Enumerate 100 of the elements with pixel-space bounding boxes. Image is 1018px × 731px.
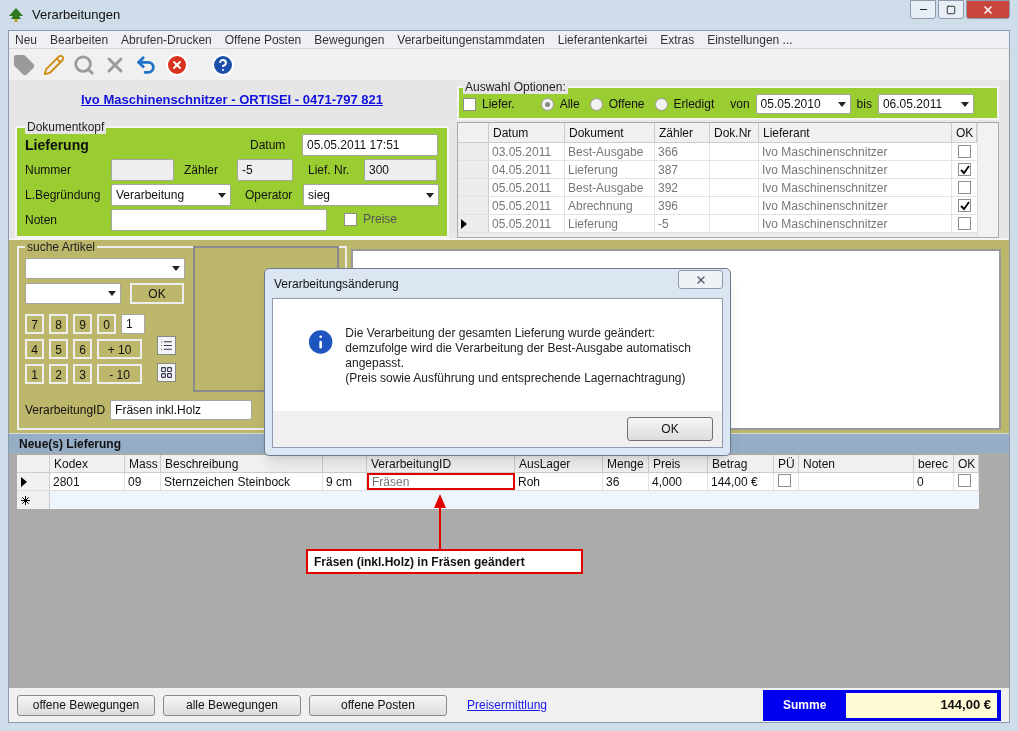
section-title: Neue(s) Lieferung [19,435,121,453]
keypad-key[interactable]: 2 [49,364,68,384]
menu-item[interactable]: Offene Posten [224,30,302,49]
price-link[interactable]: Preisermittlung [467,696,548,714]
keypad-key[interactable]: 0 [97,314,116,334]
keypad-key[interactable]: 4 [25,339,44,359]
keypad-key[interactable]: 5 [49,339,68,359]
column-header[interactable]: OK [954,455,979,472]
keypad-key[interactable]: 7 [25,314,44,334]
menu-item[interactable]: Abrufen-Drucken [121,30,212,49]
keypad-key[interactable]: 1 [25,364,44,384]
maximize-icon [946,4,956,15]
annotation-callout: Fräsen (inkl.Holz) in Fräsen geändert [306,549,583,574]
column-header[interactable]: Kodex [50,455,125,472]
keypad-key[interactable]: + 10 [97,339,142,359]
keypad-key[interactable]: 3 [73,364,92,384]
column-header[interactable]: Noten [799,455,914,472]
table-cell: Ivo Maschinenschnitzer [759,179,952,196]
radio-button[interactable] [654,97,668,111]
table-cell: Roh [515,473,603,490]
table-cell: Ivo Maschinenschnitzer [759,143,952,160]
table-cell: -5 [655,215,710,232]
checkbox[interactable] [958,217,971,230]
menu-item[interactable]: Bearbeiten [50,30,109,49]
checkbox[interactable] [778,474,791,487]
menu-item[interactable]: Extras [660,30,695,49]
row-header[interactable] [458,215,489,232]
keypad-key[interactable]: 9 [73,314,92,334]
checkbox[interactable] [958,163,971,176]
column-header[interactable]: Dokument [565,123,655,142]
checkbox[interactable] [958,199,971,212]
checkbox[interactable] [958,181,971,194]
checkbox[interactable] [463,97,476,111]
maximize-button[interactable] [938,0,964,19]
number-field[interactable] [111,159,174,181]
ok-button[interactable]: OK [627,417,713,441]
column-header[interactable]: Datum [489,123,565,142]
column-header[interactable]: Lieferant [759,123,952,142]
action-button[interactable]: offene Bewegungen [17,694,155,716]
help-icon[interactable] [211,52,235,77]
column-header[interactable]: Dok.Nr [710,123,759,142]
table-cell: 03.05.2011 [489,143,565,160]
list-icon [160,339,173,352]
radio-button[interactable] [589,97,603,111]
field-label: Operator [245,187,294,204]
table-cell: Fräsen [367,473,515,490]
table-cell: 392 [655,179,710,196]
keypad-key[interactable]: 8 [49,314,68,334]
table-cell: 4,000 [649,473,708,490]
keypad-key[interactable]: - 10 [97,364,142,384]
column-header[interactable]: Zähler [655,123,710,142]
quantity-field[interactable]: 1 [121,314,145,334]
operator-dropdown[interactable]: sieg [303,184,439,206]
article-dropdown[interactable] [25,258,185,279]
from-date-dropdown[interactable]: 05.05.2010 [755,94,851,114]
cancel-icon[interactable] [165,52,189,77]
variant-dropdown[interactable] [25,283,121,304]
action-button[interactable]: offene Posten [309,694,447,716]
dropdown-arrow-icon [960,101,969,107]
menu-item[interactable]: Einstellungen ... [707,30,793,49]
menu-item[interactable]: Neu [15,30,37,49]
action-button[interactable]: alle Bewegungen [163,694,301,716]
scrollbar[interactable] [977,123,998,237]
menu-item[interactable]: Verarbeitungenstammdaten [397,30,545,49]
checkbox[interactable] [344,212,357,226]
close-button[interactable] [678,270,723,289]
row-header[interactable] [17,473,50,490]
table-cell: 05.05.2011 [489,179,565,196]
keypad-key[interactable]: 6 [73,339,92,359]
close-button[interactable] [966,0,1010,19]
close-icon [982,3,994,16]
date-field[interactable]: 05.05.2011 17:51 [302,134,438,156]
list-view-button[interactable] [157,336,176,355]
counter-field[interactable]: -5 [237,159,293,181]
table-cell: Lieferung [565,161,655,178]
document-type: Lieferung [25,135,90,155]
table-cell: 36 [603,473,649,490]
ok-button[interactable]: OK [130,283,184,304]
window-title: Verarbeitungen [32,6,121,25]
radio-label: Erledigt [673,96,715,113]
menu-item[interactable]: Bewegungen [314,30,385,49]
radio-button[interactable] [540,97,554,111]
checkbox[interactable] [958,474,971,487]
table-cell: Best-Ausgabe [565,143,655,160]
notes-field[interactable] [111,209,327,231]
total-label: Summe [783,697,827,714]
customer-link[interactable]: Ivo Maschinenschnitzer - ORTISEI - 0471-797 821 [81,90,383,110]
menu-item[interactable]: Lieferantenkartei [557,30,648,49]
undo-icon[interactable] [135,53,157,76]
minimize-button[interactable] [910,0,936,19]
pencil-icon[interactable] [43,53,65,76]
grid-view-button[interactable] [157,363,176,382]
column-header[interactable]: Mass [125,455,161,472]
delivery-number-field[interactable]: 300 [364,159,437,181]
column-header[interactable]: PÜ [774,455,799,472]
column-header[interactable]: berec [914,455,954,472]
processing-dropdown[interactable]: Fräsen inkl.Holz [110,400,253,420]
checkbox[interactable] [958,145,971,158]
to-date-dropdown[interactable]: 06.05.2011 [877,94,974,114]
reason-dropdown[interactable]: Verarbeitung [111,184,231,206]
